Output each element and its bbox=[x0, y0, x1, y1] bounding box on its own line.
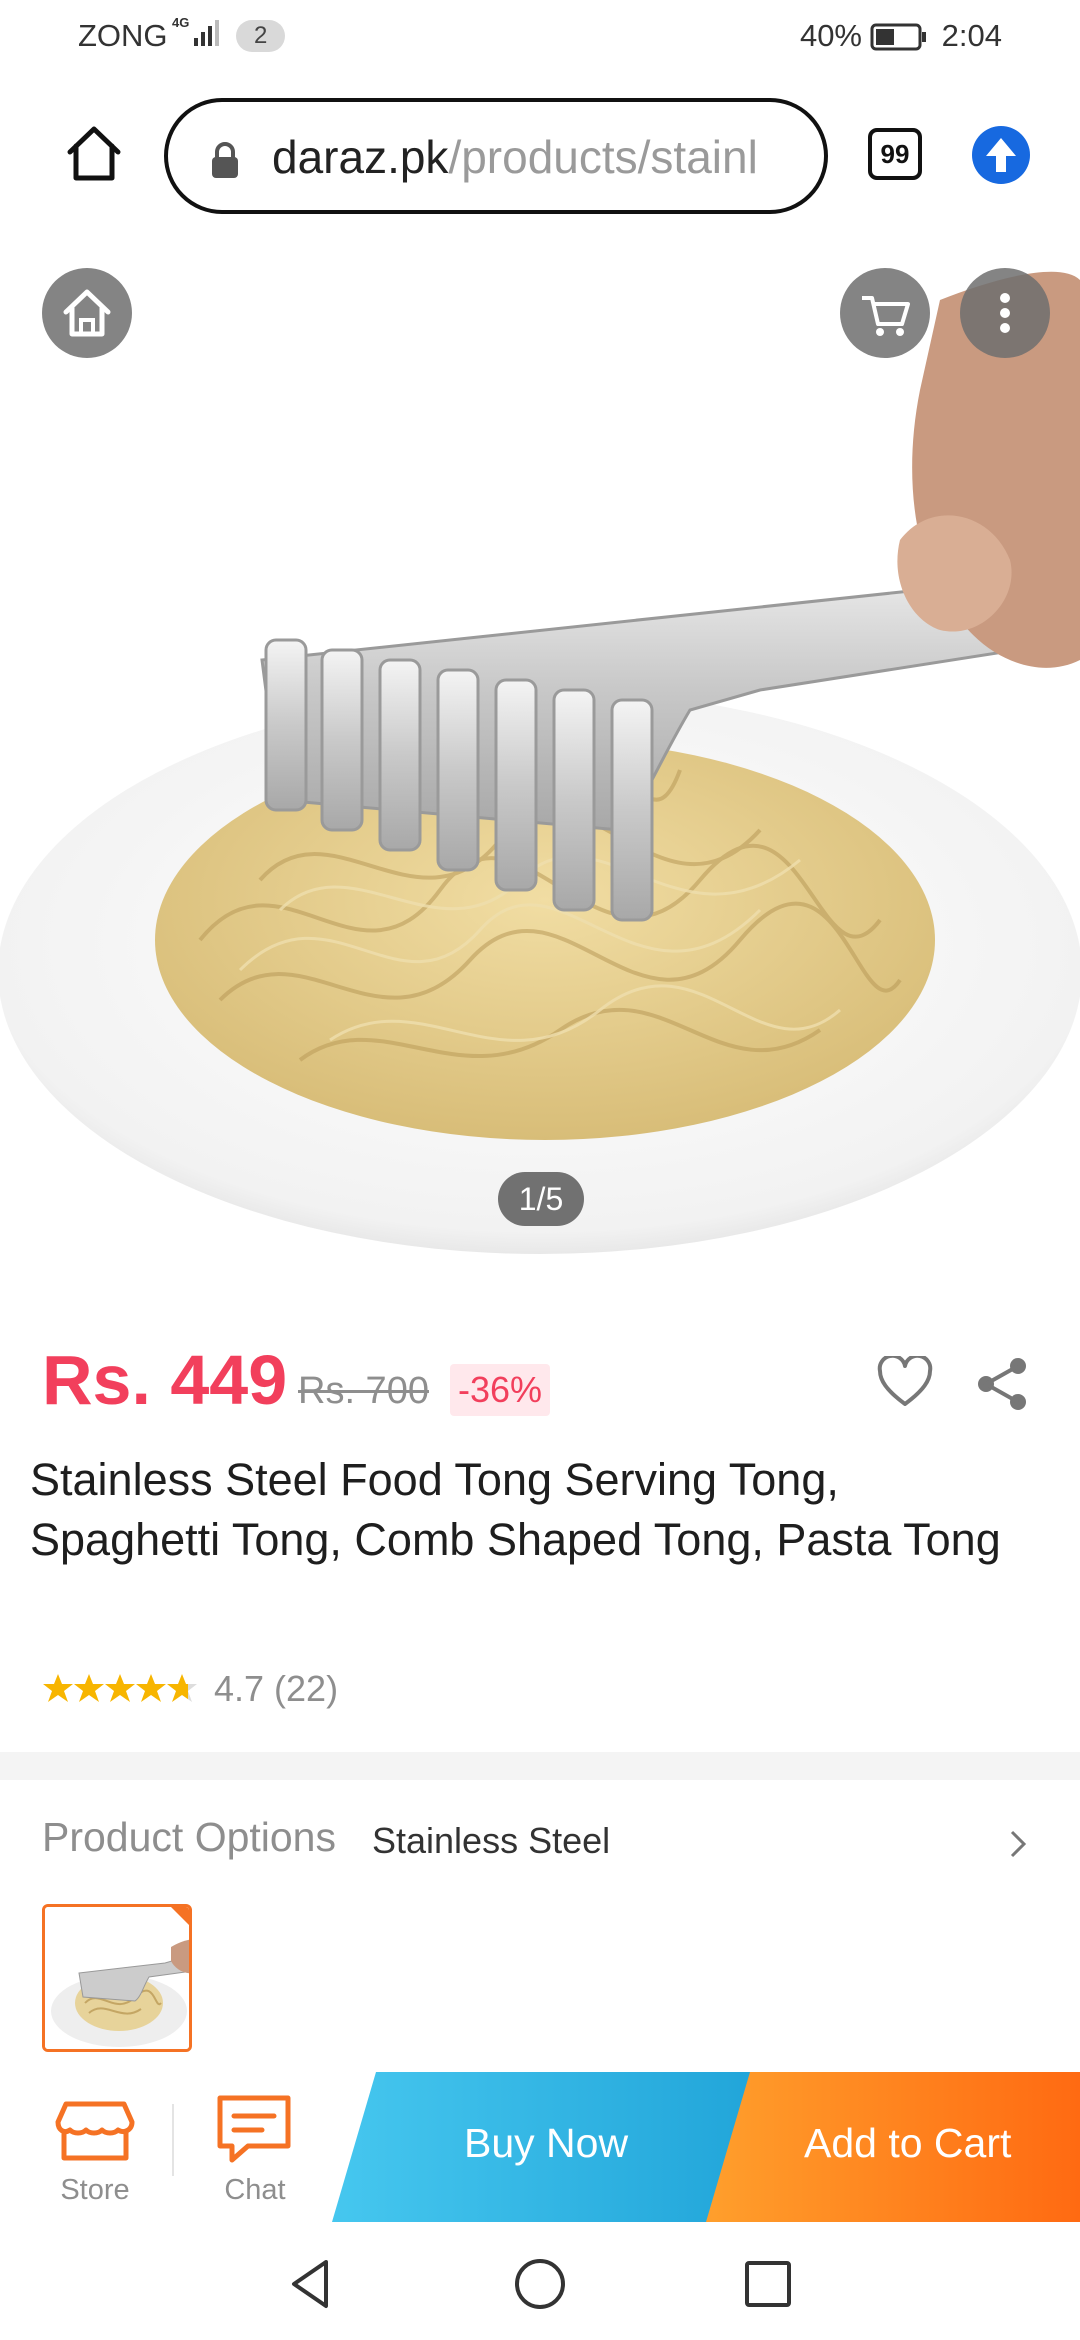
product-title: Stainless Steel Food Tong Serving Tong, … bbox=[30, 1454, 1001, 1565]
home-nav-icon[interactable] bbox=[510, 2254, 570, 2314]
store-label: Store bbox=[60, 2174, 130, 2206]
gallery-home-button[interactable] bbox=[42, 268, 132, 358]
cart-icon bbox=[862, 296, 910, 336]
product-photo bbox=[0, 271, 1080, 1254]
share-icon[interactable] bbox=[972, 1354, 1032, 1414]
current-price: Rs. 449 bbox=[42, 1341, 288, 1419]
battery-percent: 40% bbox=[799, 18, 862, 53]
image-page-indicator: 1/5 bbox=[498, 1172, 584, 1226]
back-icon[interactable] bbox=[282, 2254, 342, 2314]
gallery-cart-button[interactable] bbox=[840, 268, 930, 358]
price-row: Rs. 449 Rs. 700 -36% bbox=[0, 1340, 1080, 1440]
option-thumbnail[interactable] bbox=[42, 1904, 192, 2052]
address-bar[interactable]: daraz.pk/products/stainl bbox=[164, 98, 828, 214]
url-path: /products/stainl bbox=[448, 131, 758, 183]
chat-label: Chat bbox=[224, 2174, 286, 2206]
system-navigation-bar bbox=[0, 2232, 1080, 2340]
store-icon bbox=[55, 2101, 135, 2161]
tabs-button[interactable]: 99 bbox=[868, 128, 922, 180]
carrier-name: ZONG bbox=[78, 18, 168, 53]
discount-badge: -36% bbox=[450, 1364, 551, 1416]
chat-icon bbox=[217, 2095, 291, 2163]
gallery-more-button[interactable] bbox=[960, 268, 1050, 358]
signal-icon bbox=[194, 20, 219, 46]
url-domain: daraz.pk bbox=[272, 131, 449, 183]
status-bar: ZONG 4G 2 40% 2:04 bbox=[0, 0, 1080, 72]
rating-stars-icon bbox=[43, 1674, 197, 1702]
home-icon[interactable] bbox=[64, 124, 124, 182]
product-options-value: Stainless Steel bbox=[372, 1820, 611, 1861]
heart-icon[interactable] bbox=[876, 1356, 934, 1408]
recents-icon[interactable] bbox=[738, 2254, 798, 2314]
product-options-label: Product Options bbox=[42, 1814, 336, 1860]
network-type: 4G bbox=[172, 15, 190, 30]
chat-button[interactable]: Chat bbox=[196, 2092, 314, 2216]
lock-icon bbox=[212, 142, 238, 178]
store-button[interactable]: Store bbox=[36, 2096, 154, 2216]
home-icon bbox=[63, 289, 111, 337]
browser-toolbar: daraz.pk/products/stainl 99 bbox=[0, 86, 1080, 226]
section-divider bbox=[0, 1752, 1080, 1780]
rating-text: 4.7 (22) bbox=[214, 1668, 339, 1709]
original-price: Rs. 700 bbox=[298, 1370, 429, 1412]
add-to-cart-label: Add to Cart bbox=[804, 2120, 1012, 2166]
product-image-gallery[interactable]: 1/5 bbox=[0, 240, 1080, 1262]
battery-icon bbox=[870, 23, 926, 51]
url-text: daraz.pk/products/stainl bbox=[272, 130, 758, 184]
option-thumbnail-image bbox=[45, 1907, 189, 2049]
chevron-right-icon bbox=[1010, 1830, 1027, 1858]
product-options-row[interactable]: Product Options Stainless Steel bbox=[0, 1808, 1080, 1878]
upload-icon[interactable] bbox=[972, 126, 1030, 184]
bottom-action-bar: Store Chat Buy Now Add to Cart bbox=[0, 2072, 1080, 2222]
more-vertical-icon bbox=[1000, 293, 1010, 333]
buy-now-label: Buy Now bbox=[464, 2120, 629, 2166]
clock: 2:04 bbox=[941, 18, 1002, 53]
action-separator bbox=[172, 2104, 174, 2176]
add-to-cart-button[interactable]: Add to Cart bbox=[706, 2072, 1080, 2222]
sim-badge: 2 bbox=[236, 20, 286, 52]
product-page: ZONG 4G 2 40% 2:04 daraz.pk/products/sta… bbox=[0, 0, 1080, 2340]
